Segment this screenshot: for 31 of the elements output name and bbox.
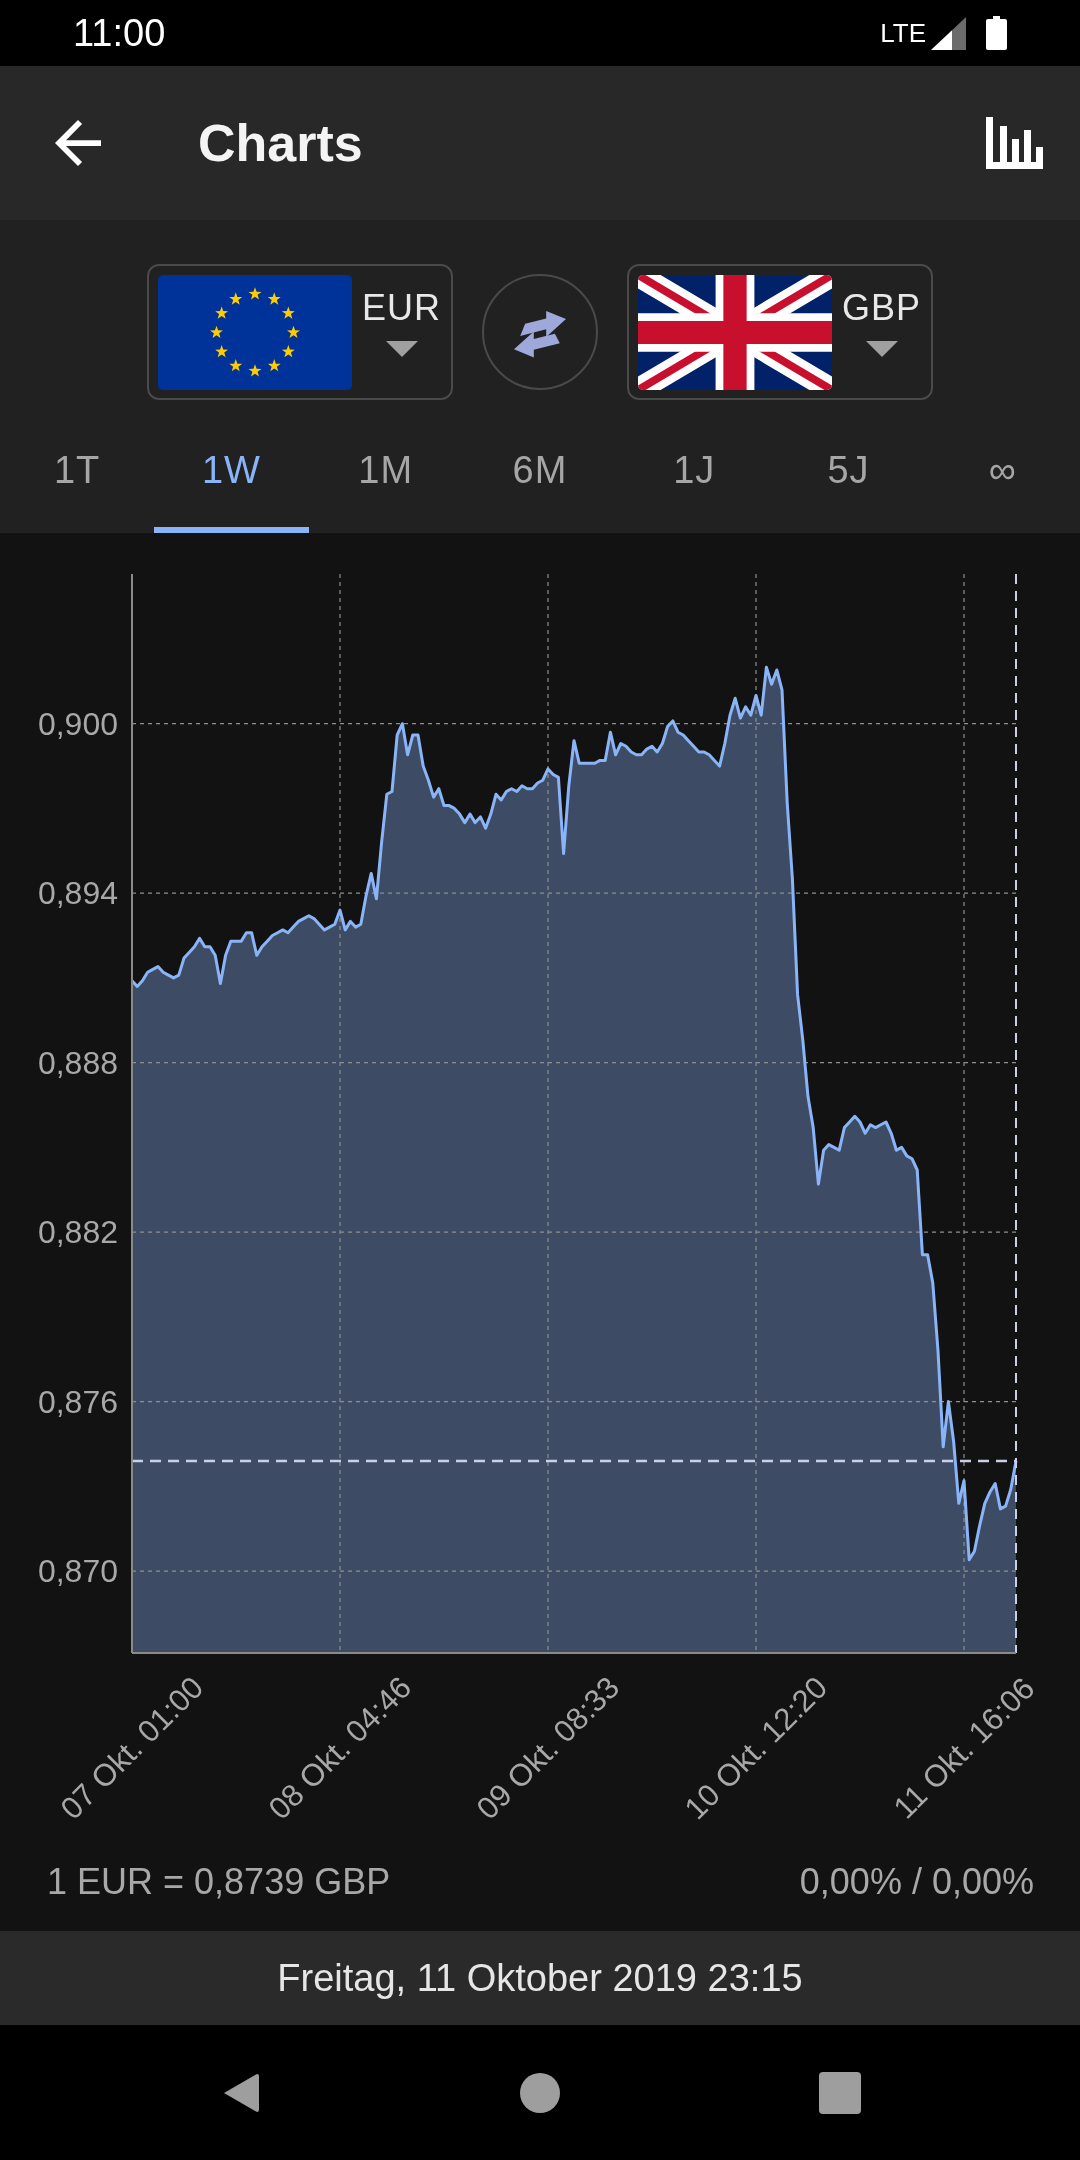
y-tick-label: 0,900 — [37, 705, 118, 742]
signal-icon — [931, 16, 966, 50]
period-tab[interactable]: 5J — [771, 433, 926, 533]
period-tab[interactable]: 1J — [617, 433, 772, 533]
exchange-rate: 1 EUR = 0,8739 GBP — [47, 1860, 391, 1904]
eu-flag-icon — [158, 274, 352, 390]
caret-icon — [865, 341, 898, 357]
nav-home-icon[interactable] — [520, 2072, 560, 2113]
y-tick-label: 0,870 — [37, 1553, 118, 1590]
change-percent: 0,00% / 0,00% — [799, 1860, 1034, 1904]
battery-icon — [986, 16, 1007, 50]
currency-dropdown[interactable]: EUR — [147, 264, 453, 400]
date-time: Freitag, 11 Oktober 2019 23:15 — [277, 1955, 803, 2001]
bar-chart-icon[interactable] — [986, 117, 1043, 169]
screen-title: Charts — [198, 117, 363, 169]
y-tick-label: 0,894 — [37, 875, 118, 912]
y-tick-label: 0,882 — [37, 1214, 118, 1251]
caret-icon — [385, 341, 418, 357]
status-time: 11:00 — [73, 14, 166, 52]
period-tab[interactable]: 1T — [0, 433, 155, 533]
period-tab[interactable]: 6M — [462, 433, 618, 533]
period-tab[interactable]: ∞ — [925, 433, 1080, 533]
network-type: LTE — [880, 20, 926, 46]
y-tick-label: 0,888 — [37, 1044, 118, 1081]
y-tick-label: 0,876 — [37, 1383, 118, 1420]
uk-flag-icon — [638, 274, 832, 390]
back-arrow-icon[interactable] — [55, 120, 101, 166]
nav-recents-icon[interactable] — [819, 2071, 861, 2114]
swap-button[interactable] — [482, 274, 598, 390]
currency-dropdown[interactable]: GBP — [627, 264, 933, 400]
period-tab[interactable]: 1M — [308, 433, 463, 533]
